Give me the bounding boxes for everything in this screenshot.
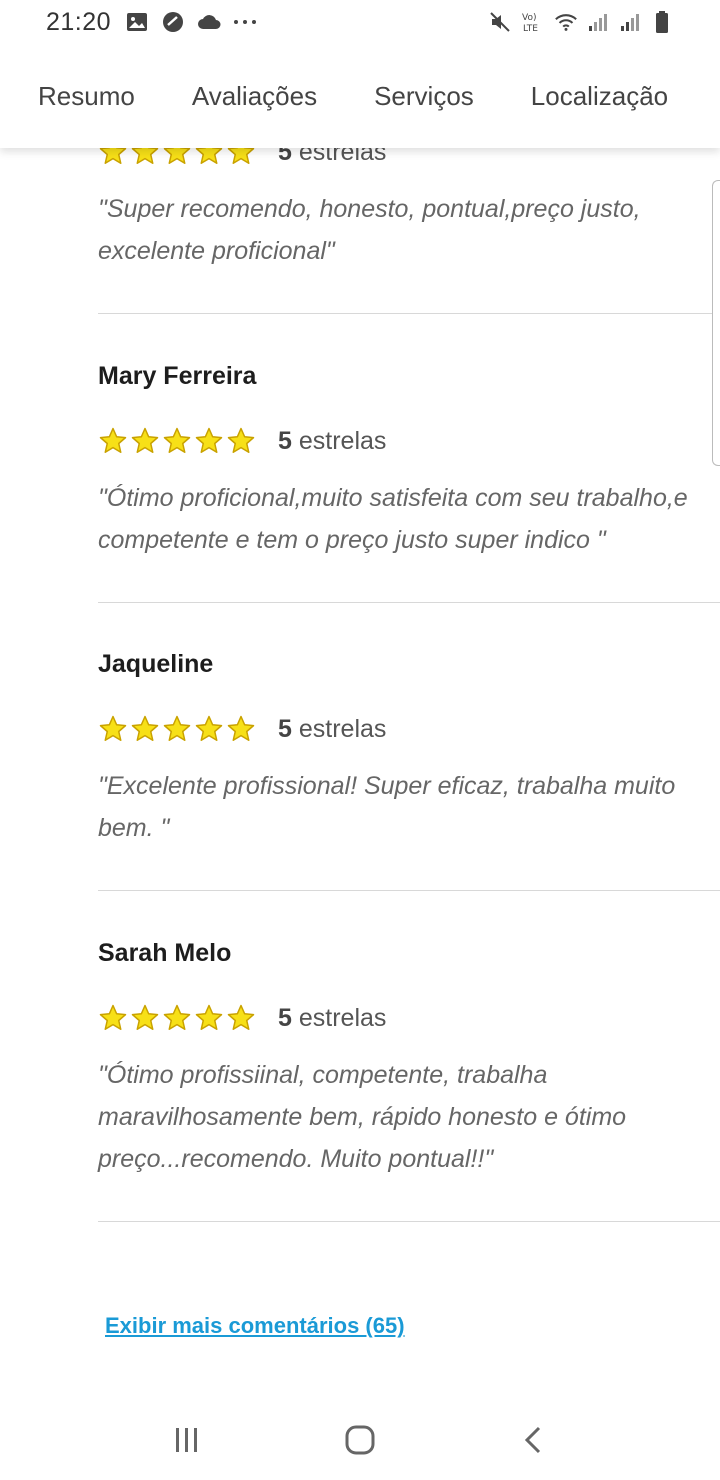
- star-icon: [227, 1004, 255, 1030]
- star-icon: [195, 715, 223, 741]
- mute-icon: [488, 10, 512, 34]
- star-icon: [131, 715, 159, 741]
- star-icon: [227, 715, 255, 741]
- status-time: 21:20: [46, 7, 112, 36]
- signal-icon: [618, 10, 642, 34]
- review-item: Jaqueline 5 estrelas "Excelente profissi…: [98, 650, 720, 849]
- messenger-icon: [161, 10, 185, 34]
- divider: [98, 1221, 720, 1222]
- tab-resumo[interactable]: Resumo: [38, 81, 135, 112]
- divider: [98, 313, 720, 314]
- stars: [98, 1003, 256, 1033]
- rating-row: 5 estrelas: [98, 1001, 720, 1035]
- rating-unit: estrelas: [298, 714, 387, 743]
- rating-number: 5: [278, 1003, 292, 1032]
- review-item: Sarah Melo 5 estrelas "Ótimo profissiina…: [98, 939, 720, 1180]
- wifi-icon: [554, 10, 578, 34]
- review-item: Mary Ferreira 5 estrelas "Ótimo proficio…: [98, 362, 720, 561]
- show-more-comments-link[interactable]: Exibir mais comentários (65): [105, 1313, 405, 1339]
- star-icon: [99, 1004, 127, 1030]
- rating-number: 5: [278, 426, 292, 455]
- rating-row: 5 estrelas: [98, 712, 720, 746]
- stars: [98, 426, 256, 456]
- rating-unit: estrelas: [298, 1003, 387, 1032]
- volte-icon: Vo) LTE: [520, 10, 546, 34]
- tab-bar: Resumo Avaliações Serviços Localização: [0, 44, 720, 148]
- stars: [98, 714, 256, 744]
- divider: [98, 890, 720, 891]
- reviewer-name: Sarah Melo: [98, 939, 232, 967]
- star-icon: [195, 427, 223, 453]
- battery-icon: [650, 10, 674, 34]
- image-icon: [125, 10, 149, 34]
- signal-icon: [586, 10, 610, 34]
- star-icon: [227, 427, 255, 453]
- tab-servicos[interactable]: Serviços: [374, 81, 474, 112]
- star-icon: [99, 427, 127, 453]
- tab-avaliacoes[interactable]: Avaliações: [192, 81, 317, 112]
- tab-localizacao[interactable]: Localização: [531, 81, 668, 112]
- review-text: "Super recomendo, honesto, pontual,preço…: [98, 195, 641, 265]
- reviews-list[interactable]: 5 estrelas "Super recomendo, honesto, po…: [0, 0, 720, 1480]
- svg-text:Vo): Vo): [522, 13, 536, 23]
- review-text: "Excelente profissional! Super eficaz, t…: [98, 772, 676, 842]
- review-item: 5 estrelas "Super recomendo, honesto, po…: [98, 135, 720, 272]
- star-icon: [99, 715, 127, 741]
- star-icon: [131, 427, 159, 453]
- star-icon: [131, 1004, 159, 1030]
- more-dots-icon: [233, 10, 257, 34]
- reviewer-name: Jaqueline: [98, 650, 214, 678]
- review-text: "Ótimo proficional,muito satisfeita com …: [98, 484, 688, 554]
- review-text: "Ótimo profissiinal, competente, trabalh…: [98, 1061, 627, 1173]
- star-icon: [195, 1004, 223, 1030]
- star-icon: [163, 715, 191, 741]
- rating-number: 5: [278, 714, 292, 743]
- cloud-icon: [197, 10, 221, 34]
- rating-row: 5 estrelas: [98, 424, 720, 458]
- divider: [98, 602, 720, 603]
- svg-text:LTE: LTE: [523, 24, 538, 33]
- scroll-handle[interactable]: [712, 180, 720, 466]
- rating-unit: estrelas: [298, 426, 387, 455]
- status-bar: 21:20 Vo) LTE: [0, 0, 720, 44]
- star-icon: [163, 1004, 191, 1030]
- reviewer-name: Mary Ferreira: [98, 362, 257, 390]
- star-icon: [163, 427, 191, 453]
